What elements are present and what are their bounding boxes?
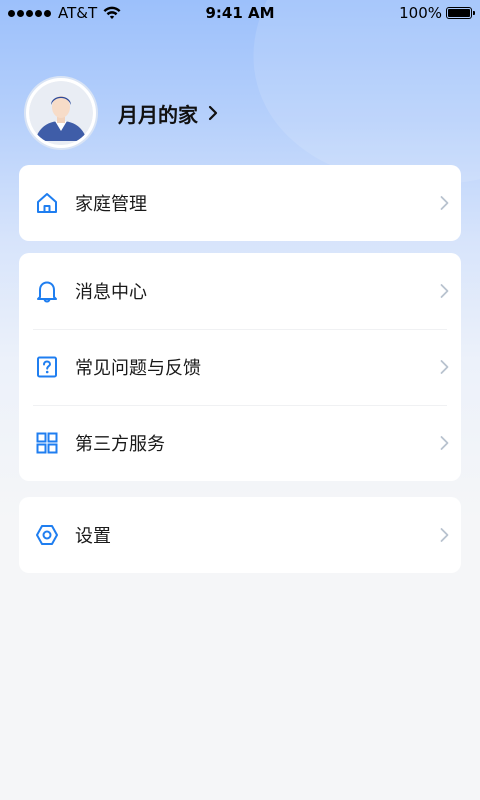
question-icon: [37, 356, 57, 378]
battery-percent: 100%: [399, 4, 442, 22]
hexagon-settings-icon: [36, 525, 58, 545]
chevron-right-icon: [440, 196, 449, 210]
menu-item-faq-feedback[interactable]: 常见问题与反馈: [19, 329, 461, 405]
battery-icon: [446, 7, 475, 19]
chevron-right-icon: [440, 436, 449, 450]
menu-item-home-management[interactable]: 家庭管理: [19, 165, 461, 241]
chevron-right-icon: [208, 105, 218, 121]
bell-icon: [37, 281, 57, 303]
avatar[interactable]: [26, 78, 96, 148]
menu-item-label: 常见问题与反馈: [75, 358, 201, 379]
home-name: 月月的家: [118, 102, 198, 127]
home-profile-header[interactable]: 月月的家: [26, 78, 218, 148]
settings-card: 设置: [19, 497, 461, 573]
grid-icon: [36, 432, 58, 454]
menu-item-message-center[interactable]: 消息中心: [19, 253, 461, 329]
status-bar: AT&T 9:41 AM 100%: [0, 0, 480, 26]
menu-item-label: 家庭管理: [75, 194, 147, 215]
features-card: 消息中心 常见问题与反馈 第三方服务: [19, 253, 461, 481]
menu-item-label: 消息中心: [75, 282, 147, 303]
chevron-right-icon: [440, 284, 449, 298]
chevron-right-icon: [440, 360, 449, 374]
menu-item-label: 第三方服务: [75, 434, 165, 455]
chevron-right-icon: [440, 528, 449, 542]
menu-item-settings[interactable]: 设置: [19, 497, 461, 573]
menu-item-third-party-services[interactable]: 第三方服务: [19, 405, 461, 481]
home-icon: [37, 193, 57, 213]
user-avatar-icon: [29, 81, 93, 145]
home-management-card: 家庭管理: [19, 165, 461, 241]
status-right: 100%: [399, 4, 475, 22]
menu-item-label: 设置: [75, 526, 111, 547]
